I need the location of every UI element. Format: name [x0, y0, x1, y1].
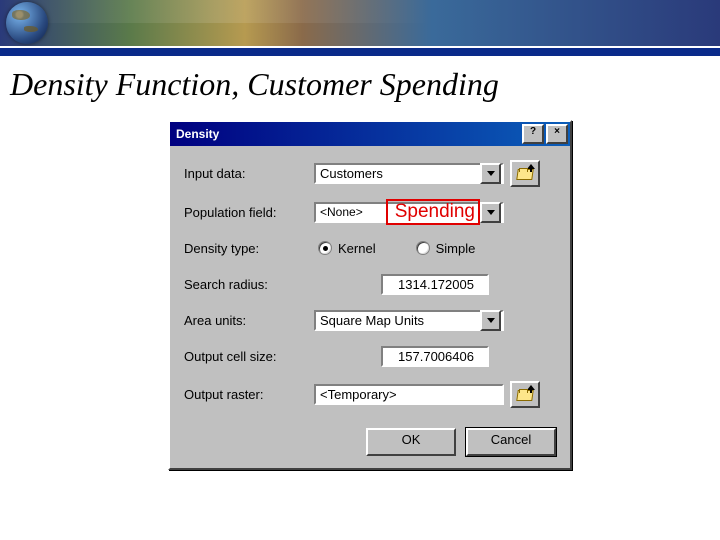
area-units-combo[interactable]: Square Map Units: [314, 310, 504, 331]
slide-banner: [0, 0, 720, 46]
banner-underline: [0, 46, 720, 56]
output-raster-value: <Temporary>: [320, 387, 500, 402]
radio-simple-label: Simple: [436, 241, 476, 256]
radio-kernel-label: Kernel: [338, 241, 376, 256]
radio-icon: [416, 241, 430, 255]
browse-input-button[interactable]: [510, 160, 540, 187]
help-button[interactable]: ?: [522, 124, 544, 144]
chevron-down-icon: [487, 318, 495, 323]
label-output-raster: Output raster:: [184, 387, 314, 402]
radio-simple[interactable]: Simple: [416, 241, 476, 256]
slide-title: Density Function, Customer Spending: [10, 66, 720, 103]
dropdown-button[interactable]: [480, 202, 501, 223]
search-radius-value: 1314.172005: [398, 277, 474, 292]
label-population-field: Population field:: [184, 205, 314, 220]
population-field-combo[interactable]: <None> Spending: [314, 202, 504, 223]
label-area-units: Area units:: [184, 313, 314, 328]
folder-open-icon: [517, 389, 533, 401]
radio-kernel[interactable]: Kernel: [318, 241, 376, 256]
titlebar[interactable]: Density ? ×: [170, 122, 570, 146]
close-button[interactable]: ×: [546, 124, 568, 144]
globe-icon: [6, 2, 48, 44]
cancel-button[interactable]: Cancel: [466, 428, 556, 456]
output-cell-size-input[interactable]: 157.7006406: [381, 346, 489, 367]
browse-output-button[interactable]: [510, 381, 540, 408]
chevron-down-icon: [487, 171, 495, 176]
label-density-type: Density type:: [184, 241, 314, 256]
output-cell-size-value: 157.7006406: [398, 349, 474, 364]
label-output-cell-size: Output cell size:: [184, 349, 314, 364]
dialog-title: Density: [176, 127, 520, 141]
radio-icon: [318, 241, 332, 255]
population-field-value: <None>: [320, 205, 386, 219]
chevron-down-icon: [487, 210, 495, 215]
dropdown-button[interactable]: [480, 310, 501, 331]
area-units-value: Square Map Units: [320, 313, 480, 328]
output-raster-field[interactable]: <Temporary>: [314, 384, 504, 405]
spending-annotation: Spending: [392, 200, 478, 223]
folder-open-icon: [517, 168, 533, 180]
input-data-value: Customers: [320, 166, 480, 181]
label-input-data: Input data:: [184, 166, 314, 181]
density-dialog: Density ? × Input data: Customers Popula…: [168, 120, 572, 470]
input-data-combo[interactable]: Customers: [314, 163, 504, 184]
label-search-radius: Search radius:: [184, 277, 314, 292]
search-radius-input[interactable]: 1314.172005: [381, 274, 489, 295]
ok-button[interactable]: OK: [366, 428, 456, 456]
dropdown-button[interactable]: [480, 163, 501, 184]
